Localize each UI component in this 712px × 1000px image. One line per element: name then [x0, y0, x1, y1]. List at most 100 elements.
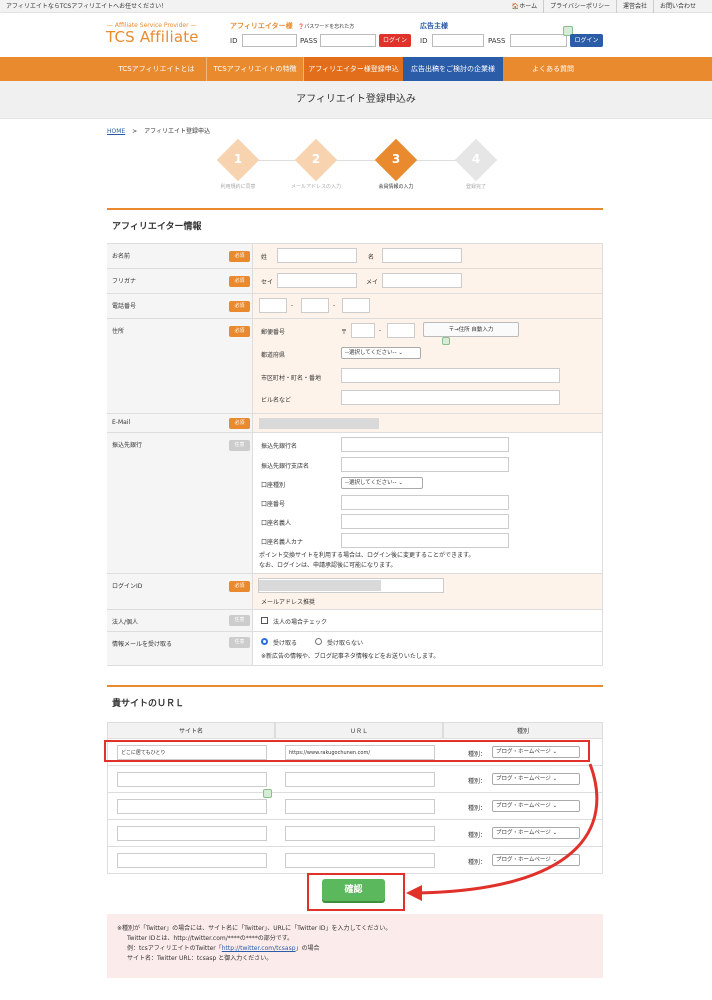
mail-yes-label: 受け取る [273, 640, 298, 647]
phone-1-input[interactable] [259, 298, 287, 313]
section-divider [107, 208, 603, 210]
mail-yes-radio[interactable] [261, 638, 268, 645]
building-label: ビル名など [261, 397, 292, 404]
corp-checkbox[interactable] [261, 617, 268, 624]
first-name-input[interactable] [382, 248, 462, 263]
kana-last-name-input[interactable] [277, 273, 357, 288]
mei-label: 名 [368, 254, 375, 261]
step-3-number: 3 [391, 152, 401, 166]
row-address: 住所 必須 郵便番号 〒 - 〒→住所 自動入力 都道府県 --選択してください… [107, 319, 603, 414]
bank-label: 振込先銀行 [107, 433, 253, 573]
company-link[interactable]: 運営会社 [615, 0, 653, 13]
account-type-select[interactable]: --選択してください-- ⌄ [341, 477, 423, 489]
account-number-input[interactable] [341, 495, 509, 510]
page-title: アフィリエイト登録申込み [0, 81, 712, 119]
login-id-value-redacted [259, 580, 381, 591]
contact-link[interactable]: お問い合わせ [652, 0, 702, 13]
row-mail: 情報メールを受け取る 任意 受け取る 受け取らない ※新広告の情報や、ブログ記事… [107, 632, 603, 666]
corp-check-label: 法人の場合チェック [273, 619, 328, 626]
row-phone: 電話番号 必須 - - [107, 294, 603, 319]
holder-label: 口座名義人 [261, 520, 292, 527]
affiliate-pass-label: PASS [300, 37, 318, 45]
optional-badge: 任意 [229, 440, 250, 451]
advertiser-login-title: 広告主様 [420, 22, 448, 30]
prefecture-select[interactable]: --選択してください-- ⌄ [341, 347, 421, 359]
step-1-label: 利用規約に同意 [220, 184, 256, 190]
site-name-input-4[interactable] [117, 826, 267, 841]
bank-note-2: なお、ログインは、申請承認後に可能になります。 [259, 562, 397, 569]
step-4-label: 登録完了 [465, 184, 486, 190]
password-manager-icon[interactable] [442, 337, 450, 345]
forgot-password-link[interactable]: ❓パスワードを忘れた方 [298, 23, 354, 30]
note-line-1: ※種別が「Twitter」の場合には、サイト名に「Twitter」、URLに「T… [117, 925, 392, 932]
nav-about[interactable]: TCSアフィリエイトとは [107, 57, 207, 81]
advertiser-id-label: ID [420, 37, 428, 45]
breadcrumb-home[interactable]: HOME [107, 128, 125, 135]
zip-autofill-button[interactable]: 〒→住所 自動入力 [423, 322, 519, 337]
step-2-number: 2 [311, 152, 321, 166]
affiliate-pass-input[interactable] [320, 34, 376, 47]
nav-affiliate-signup[interactable]: アフィリエイター様登録申込 [304, 57, 403, 81]
site-name-input-2[interactable] [117, 772, 267, 787]
kana-sei-label: セイ [261, 279, 274, 286]
city-label: 市区町村・町名・番地 [261, 375, 322, 382]
col-site-name: サイト名 [107, 722, 275, 739]
required-badge: 必須 [229, 301, 250, 312]
section-affiliate-info: アフィリエイター情報 [112, 222, 202, 232]
nav-features[interactable]: TCSアフィリエイトの特徴 [207, 57, 304, 81]
step-1-number: 1 [233, 152, 243, 166]
password-manager-icon[interactable] [263, 789, 272, 798]
site-name-input-5[interactable] [117, 853, 267, 868]
required-badge: 必須 [229, 326, 250, 337]
step-2-label: メールアドレスの入力 [290, 184, 341, 190]
breadcrumb-current: アフィリエイト登録申込 [144, 128, 210, 135]
col-url: ＵＲＬ [275, 722, 443, 739]
phone-2-input[interactable] [301, 298, 329, 313]
login-id-hint: メールアドレス推奨 [261, 599, 316, 606]
optional-badge: 任意 [229, 615, 250, 626]
holder-input[interactable] [341, 514, 509, 529]
top-links: 🏠ホーム プライバシーポリシー 運営会社 お問い合わせ [506, 0, 702, 13]
kana-mei-label: メイ [366, 279, 379, 286]
advertiser-login-button[interactable]: ログイン [570, 34, 603, 47]
note-line-3: 例：tcsアフィリエイトのTwitter「http://twitter.com/… [127, 945, 320, 952]
branch-input[interactable] [341, 457, 509, 472]
home-link[interactable]: 🏠ホーム [506, 0, 543, 13]
note-line-4: サイト名：Twitter URL：tcsasp と御入力ください。 [127, 955, 273, 962]
section-divider [107, 685, 603, 687]
step-4-number: 4 [471, 152, 481, 166]
city-input[interactable] [341, 368, 560, 383]
bank-name-label: 振込先銀行名 [261, 443, 298, 450]
privacy-link[interactable]: プライバシーポリシー [543, 0, 616, 13]
col-type: 種別 [443, 722, 603, 739]
phone-3-input[interactable] [342, 298, 370, 313]
mail-no-radio[interactable] [315, 638, 322, 645]
holder-kana-label: 口座名義人カナ [261, 539, 304, 546]
nav-advertiser[interactable]: 広告出稿をご検討の企業様 [403, 57, 503, 81]
last-name-input[interactable] [277, 248, 357, 263]
confirm-button[interactable]: 確認 [322, 879, 385, 901]
bank-note-1: ポイント交換サイトを利用する場合は、ログイン後に変更することができます。 [259, 552, 475, 559]
affiliate-id-input[interactable] [242, 34, 297, 47]
site-name-input-3[interactable] [117, 799, 267, 814]
kana-first-name-input[interactable] [382, 273, 462, 288]
bank-name-input[interactable] [341, 437, 509, 452]
advertiser-pass-input[interactable] [510, 34, 567, 47]
building-input[interactable] [341, 390, 560, 405]
affiliate-id-label: ID [230, 37, 238, 45]
twitter-note: ※種別が「Twitter」の場合には、サイト名に「Twitter」、URLに「T… [107, 914, 603, 978]
zip-2-input[interactable] [387, 323, 415, 338]
advertiser-id-input[interactable] [432, 34, 484, 47]
nav-faq[interactable]: よくある質問 [503, 57, 603, 81]
required-badge: 必須 [229, 276, 250, 287]
affiliate-form: お名前 必須 姓 名 フリガナ 必須 セイ メイ 電話番号 必須 - - 住所 … [107, 243, 603, 666]
holder-kana-input[interactable] [341, 533, 509, 548]
zip-1-input[interactable] [351, 323, 375, 338]
row-corp: 法人/個人 任意 法人の場合チェック [107, 610, 603, 632]
affiliate-login-button[interactable]: ログイン [379, 34, 411, 47]
twitter-link[interactable]: http://twitter.com/tcsasp [222, 945, 296, 952]
row-bank: 振込先銀行 任意 振込先銀行名 振込先銀行支店名 口座種別 --選択してください… [107, 433, 603, 574]
logo[interactable]: TCS Affiliate [106, 28, 199, 46]
optional-badge: 任意 [229, 637, 250, 648]
affiliate-login-title: アフィリエイター様 [230, 22, 293, 30]
